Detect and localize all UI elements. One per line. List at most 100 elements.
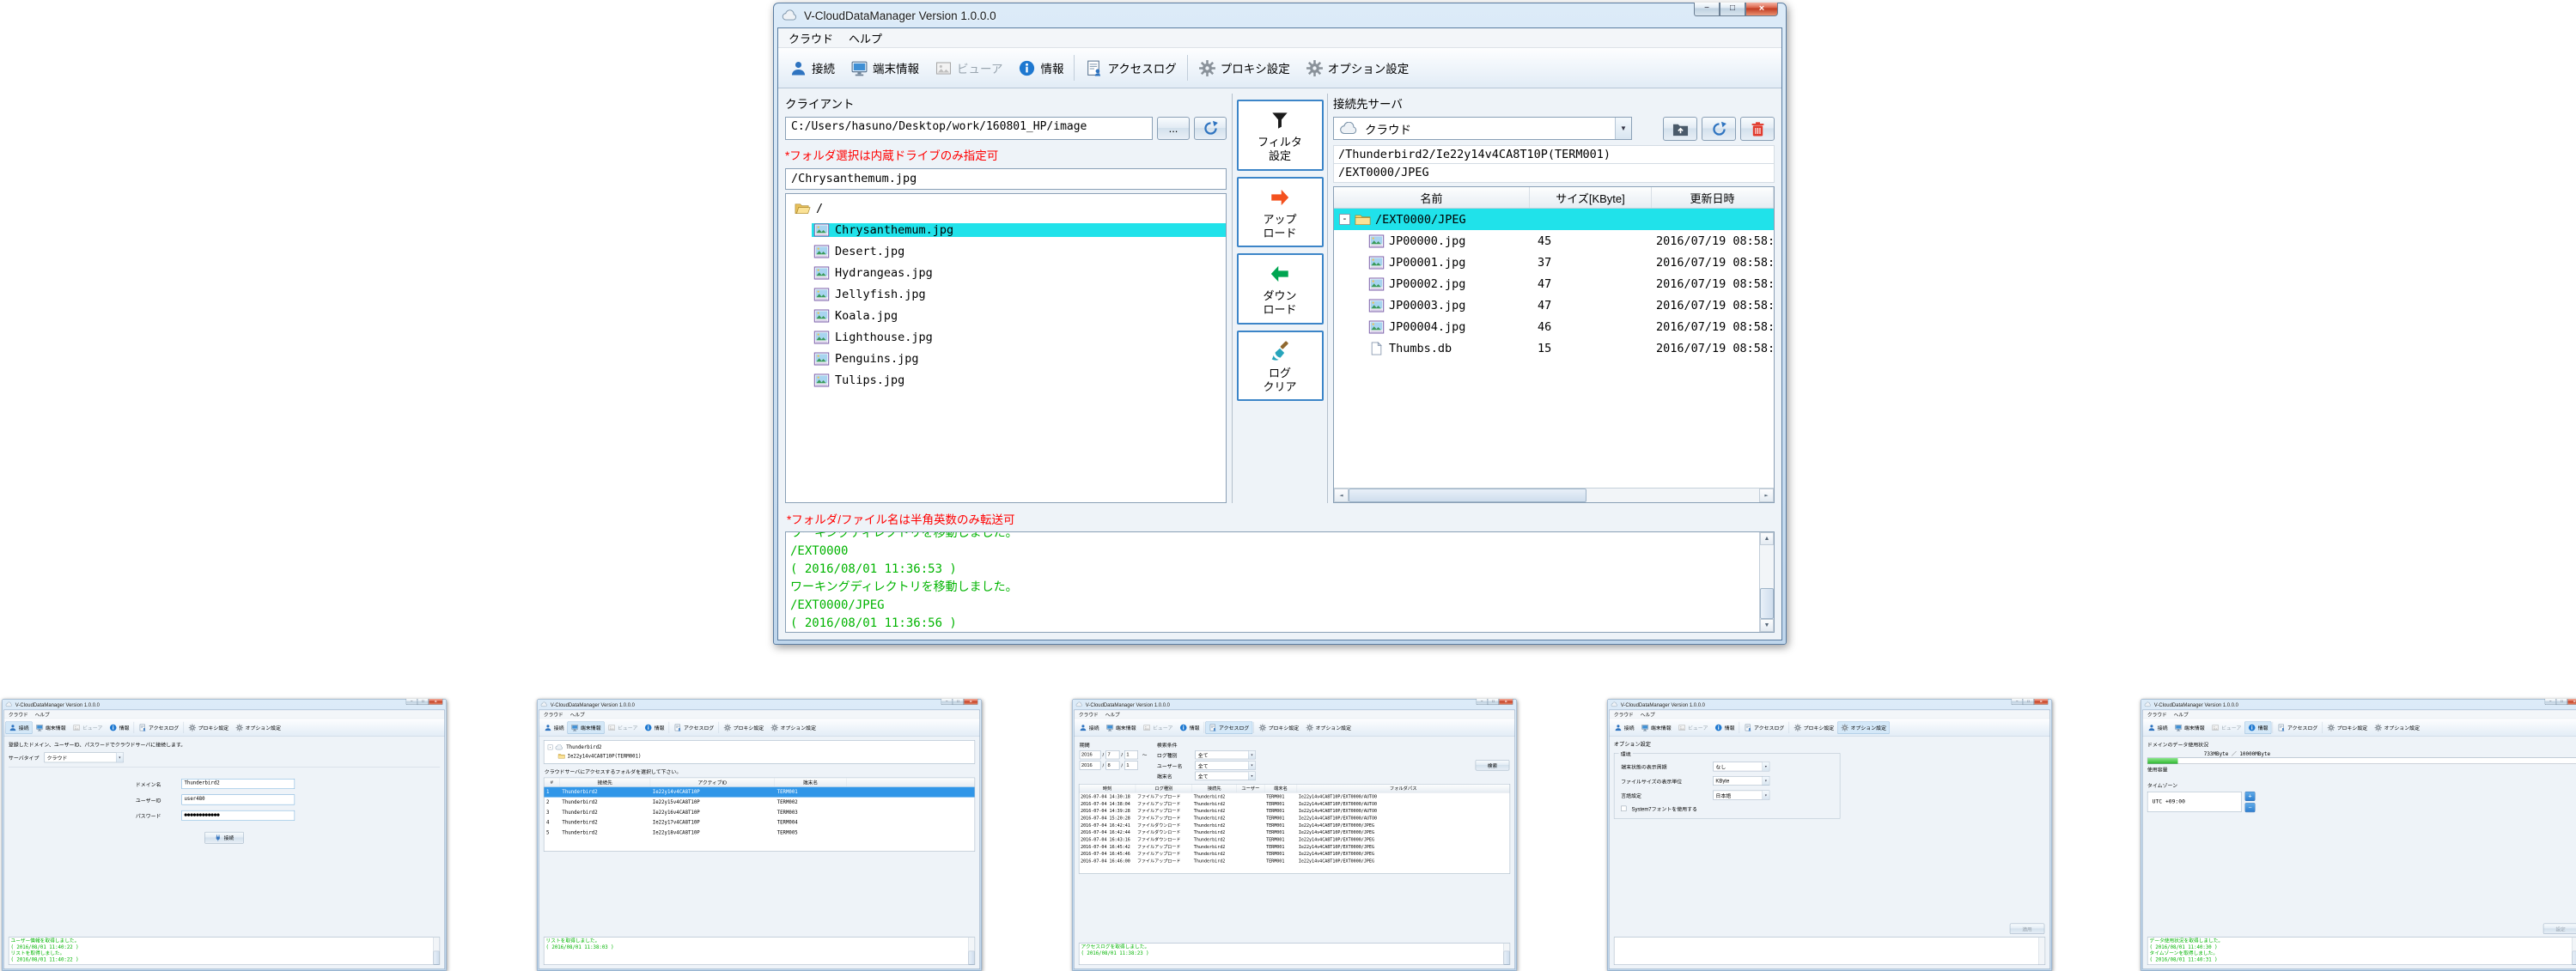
to-year-field[interactable]: 2016	[1080, 761, 1101, 769]
menu-cloud[interactable]: クラウド	[1075, 710, 1102, 719]
server-file-row[interactable]: JP00000.jpg452016/07/19 08:58:	[1334, 230, 1774, 252]
maximize-button[interactable]: □	[417, 699, 429, 705]
toolbar-options-button[interactable]: オプション設定	[1837, 721, 1890, 733]
terminal-name-combo[interactable]: 全て▼	[1196, 772, 1256, 780]
minimize-button[interactable]: −	[1694, 3, 1720, 16]
to-day-field[interactable]: 1	[1124, 761, 1138, 769]
log-row[interactable]: 2016-07-04 16:46:00ファイルアップロードThunderbird…	[1079, 857, 1509, 864]
horizontal-scrollbar[interactable]: ◄ ►	[1334, 488, 1774, 502]
server-delete-button[interactable]	[1740, 117, 1775, 141]
titlebar[interactable]: V-CloudDataManager Version 1.0.0.0 −□×	[1607, 699, 2051, 709]
toolbar-options-button[interactable]: オプション設定	[1302, 721, 1355, 733]
tree-file-row[interactable]: Desert.jpg	[786, 240, 1226, 262]
log-scrollbar[interactable]	[2038, 938, 2044, 965]
menu-cloud[interactable]: クラウド	[781, 27, 841, 49]
toolbar-info-button[interactable]: 情報	[641, 721, 667, 733]
toolbar-proxy-button[interactable]: プロキシ設定	[1255, 721, 1302, 733]
server-file-row[interactable]: JP00002.jpg472016/07/19 08:58:	[1334, 273, 1774, 294]
toolbar-terminal-button[interactable]: 端末情報	[2171, 721, 2208, 733]
download-button[interactable]: ダウン ロード	[1237, 253, 1324, 325]
user-id-field[interactable]: user480	[181, 795, 295, 805]
menu-help[interactable]: ヘルプ	[1102, 710, 1124, 719]
maximize-button[interactable]: □	[2023, 699, 2034, 705]
log-row[interactable]: 2016-07-04 16:45:46ファイルアップロードThunderbird…	[1079, 850, 1509, 857]
toolbar-options-button[interactable]: オプション設定	[1298, 54, 1417, 82]
from-year-field[interactable]: 2016	[1080, 750, 1101, 759]
column-header-name[interactable]: 名前	[1334, 187, 1530, 208]
toolbar-options-button[interactable]: オプション設定	[2371, 721, 2423, 733]
close-button[interactable]: ×	[2034, 699, 2049, 705]
scrollbar-thumb[interactable]	[969, 951, 975, 965]
combo-dropdown-arrow[interactable]: ▼	[1248, 762, 1255, 769]
tree-file-row[interactable]: Jellyfish.jpg	[786, 283, 1226, 305]
minimize-button[interactable]: −	[2012, 699, 2023, 705]
toolbar-proxy-button[interactable]: プロキシ設定	[185, 721, 232, 733]
column-header-terminal[interactable]: 端末名	[1264, 785, 1297, 792]
column-header-num[interactable]: #	[544, 778, 559, 786]
log-row[interactable]: 2016-07-04 14:38:04ファイルアップロードThunderbird…	[1079, 800, 1509, 807]
search-button[interactable]: 検索	[1476, 760, 1510, 770]
scroll-up-arrow[interactable]: ▲	[1760, 532, 1774, 545]
menu-cloud[interactable]: クラウド	[2144, 710, 2171, 719]
minimize-button[interactable]: −	[2545, 699, 2556, 705]
menu-help[interactable]: ヘルプ	[567, 710, 588, 719]
timezone-minus-button[interactable]: −	[2245, 803, 2256, 812]
toolbar-connect-button[interactable]: 接続	[1075, 721, 1102, 733]
connect-button[interactable]: 接続	[204, 832, 244, 844]
close-button[interactable]: ×	[964, 699, 978, 705]
toolbar-info-button[interactable]: 情報	[1176, 721, 1203, 733]
timezone-apply-button[interactable]: 設定	[2543, 924, 2576, 934]
language-combo[interactable]: 日本語▼	[1713, 791, 1769, 800]
combo-dropdown-arrow[interactable]: ▼	[1762, 776, 1769, 785]
titlebar[interactable]: V-CloudDataManager Version 1.0.0.0 −□×	[2, 699, 446, 709]
server-file-row[interactable]: JP00004.jpg462016/07/19 08:58:	[1334, 316, 1774, 337]
server-refresh-button[interactable]	[1702, 117, 1736, 141]
maximize-button[interactable]: □	[1488, 699, 1499, 705]
column-header-user[interactable]: ユーザー	[1237, 785, 1264, 792]
toolbar-info-button[interactable]: 情報	[106, 721, 132, 733]
table-row[interactable]: 3Thunderbird2Ie22y16v4CA8T10PTERM003	[544, 807, 974, 817]
menu-help[interactable]: ヘルプ	[2171, 710, 2192, 719]
tree-file-row[interactable]: Chrysanthemum.jpg	[786, 219, 1226, 240]
log-row[interactable]: 2016-07-04 14:30:18ファイルアップロードThunderbird…	[1079, 792, 1509, 799]
tree-expander[interactable]: -	[1339, 214, 1350, 225]
toolbar-accesslog-button[interactable]: アクセスログ	[671, 721, 718, 733]
log-scrollbar[interactable]: ▲ ▼	[1759, 532, 1774, 632]
to-month-field[interactable]: 8	[1105, 761, 1119, 769]
log-clear-button[interactable]: ログ クリア	[1237, 331, 1324, 402]
log-scrollbar[interactable]	[2572, 938, 2576, 965]
upload-button[interactable]: アップ ロード	[1237, 177, 1324, 248]
titlebar[interactable]: V-CloudDataManager Version 1.0.0.0 − □ ×	[774, 3, 1786, 27]
toolbar-terminal-button[interactable]: 端末情報	[1638, 721, 1675, 733]
toolbar-accesslog-button[interactable]: アクセスログ	[1206, 721, 1253, 733]
browse-button[interactable]: ...	[1157, 117, 1190, 140]
combo-dropdown-arrow[interactable]: ▼	[1762, 791, 1769, 799]
scroll-down-arrow[interactable]: ▼	[1760, 619, 1774, 632]
folder-up-button[interactable]	[1663, 117, 1697, 141]
password-field[interactable]: ●●●●●●●●●●●●	[181, 810, 295, 821]
log-row[interactable]: 2016-07-04 16:43:16ファイルダウンロードThunderbird…	[1079, 835, 1509, 842]
table-row[interactable]: 2Thunderbird2Ie22y15v4CA8T10PTERM002	[544, 798, 974, 808]
toolbar-proxy-button[interactable]: プロキシ設定	[720, 721, 767, 733]
combo-dropdown-arrow[interactable]: ▼	[1615, 118, 1631, 139]
toolbar-accesslog-button[interactable]: アクセスログ	[1077, 54, 1184, 82]
toolbar-accesslog-button[interactable]: アクセスログ	[1741, 721, 1788, 733]
domain-tree[interactable]: -Thunderbird2 Ie22y14v4CA8T10P(TERM001)	[544, 740, 975, 763]
minimize-button[interactable]: −	[941, 699, 953, 705]
toolbar-terminal-button[interactable]: 端末情報	[568, 721, 605, 733]
client-file-tree[interactable]: / Chrysanthemum.jpg Desert.jpg Hydrangea…	[785, 193, 1227, 503]
toolbar-proxy-button[interactable]: プロキシ設定	[2323, 721, 2371, 733]
menu-help[interactable]: ヘルプ	[1637, 710, 1659, 719]
combo-dropdown-arrow[interactable]: ▼	[1762, 762, 1769, 771]
toolbar-info-button[interactable]: 情報	[2244, 721, 2271, 733]
table-row[interactable]: 5Thunderbird2Ie22y18v4CA8T10PTERM005	[544, 828, 974, 838]
user-name-combo[interactable]: 全て▼	[1196, 761, 1256, 769]
minimize-button[interactable]: −	[406, 699, 417, 705]
scroll-left-arrow[interactable]: ◄	[1334, 489, 1349, 502]
toolbar-options-button[interactable]: オプション設定	[767, 721, 819, 733]
menu-help[interactable]: ヘルプ	[841, 27, 890, 49]
toolbar-connect-button[interactable]: 接続	[1611, 721, 1637, 733]
close-button[interactable]: ×	[2567, 699, 2576, 705]
titlebar[interactable]: V-CloudDataManager Version 1.0.0.0 −□×	[1072, 699, 1516, 709]
table-row[interactable]: 1Thunderbird2Ie22y14v4CA8T10PTERM001	[544, 787, 974, 798]
